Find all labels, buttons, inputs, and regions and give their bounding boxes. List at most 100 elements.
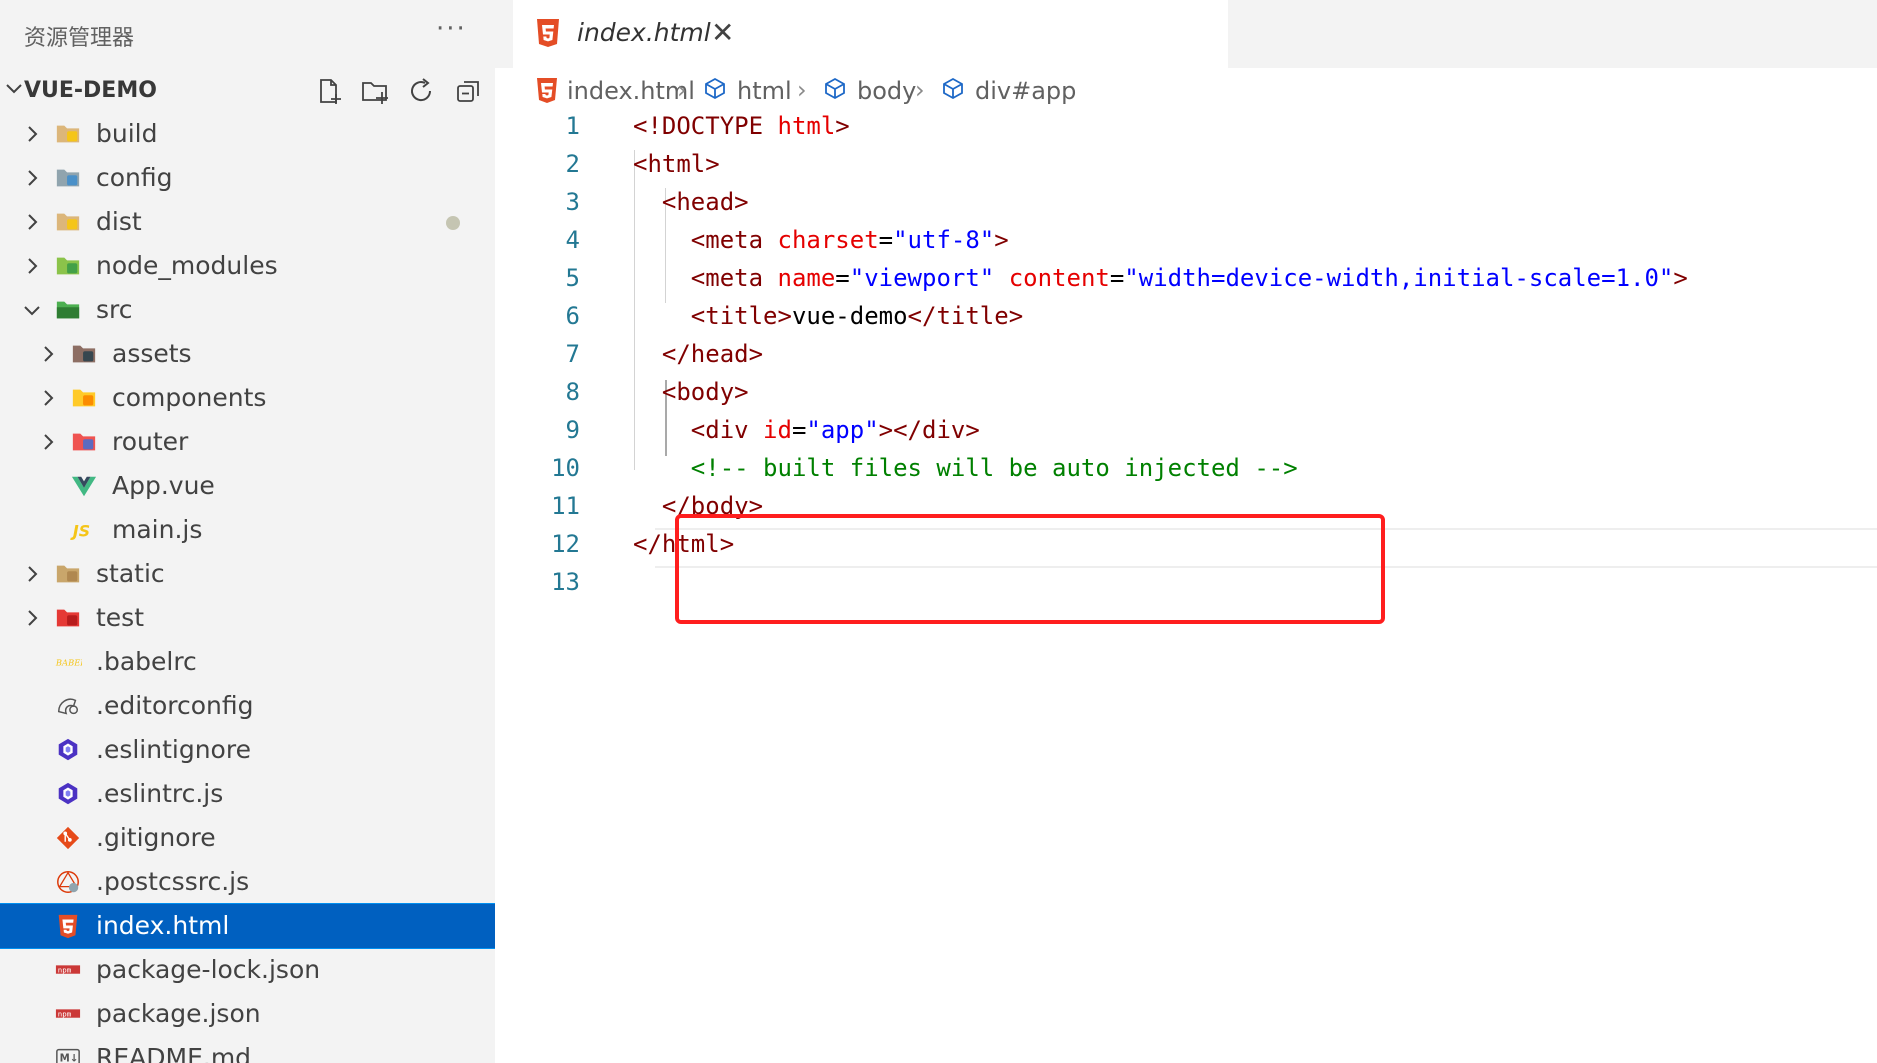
code-token: =	[878, 226, 894, 254]
tree-item-label: build	[96, 119, 158, 148]
code-token: <!DOCTYPE	[633, 112, 778, 140]
folder-assets-icon	[72, 345, 96, 363]
close-icon[interactable]: ✕	[711, 16, 734, 49]
tab-label: index.html	[577, 18, 711, 47]
line-number: 10	[551, 454, 580, 482]
tree-item[interactable]: components	[0, 376, 495, 420]
tree-item-label: App.vue	[112, 471, 215, 500]
breadcrumb-item[interactable]: body	[823, 76, 916, 105]
tree-item[interactable]: static	[0, 552, 495, 596]
tree-item[interactable]: .editorconfig	[0, 684, 495, 728]
tree-item-label: components	[112, 383, 267, 412]
tree-item-label: main.js	[112, 515, 203, 544]
tree-item[interactable]: JS main.js	[0, 508, 495, 552]
postcss-icon	[57, 871, 79, 893]
tree-item-label: package.json	[96, 999, 261, 1028]
svg-text:BABEL: BABEL	[55, 658, 82, 668]
line-number: 9	[565, 416, 580, 444]
line-number: 4	[565, 226, 580, 254]
html5-icon	[537, 78, 557, 103]
chevron-right-icon[interactable]	[38, 344, 58, 364]
chevron-down-icon[interactable]	[22, 300, 42, 320]
line-number: 6	[565, 302, 580, 330]
tree-item[interactable]: dist	[0, 200, 495, 244]
code-token: <meta	[633, 264, 778, 292]
chevron-right-icon[interactable]	[38, 432, 58, 452]
code-token: "width=device-width,initial-scale=1.0"	[1124, 264, 1674, 292]
code-token: html	[777, 112, 836, 140]
tree-item-label: test	[96, 603, 145, 632]
breadcrumb-item[interactable]: index.html	[533, 76, 695, 105]
code-line: 9 <div id="app"></div>	[495, 416, 1877, 454]
collapse-all-icon[interactable]	[454, 76, 484, 106]
chevron-right-icon[interactable]	[22, 168, 42, 188]
code-token: <body>	[633, 378, 749, 406]
tree-item[interactable]: npm package-lock.json	[0, 948, 495, 992]
tree-item[interactable]: npm package.json	[0, 992, 495, 1036]
tree-item[interactable]: src	[0, 288, 495, 332]
tree-item-label: .babelrc	[96, 647, 197, 676]
tree-item[interactable]: assets	[0, 332, 495, 376]
chevron-right-icon[interactable]	[22, 608, 42, 628]
code-line: 4 <meta charset="utf-8">	[495, 226, 1877, 264]
breadcrumb-item[interactable]: div#app	[941, 76, 1076, 105]
chevron-right-icon[interactable]	[38, 388, 58, 408]
new-file-icon[interactable]	[314, 76, 344, 106]
tree-item[interactable]: M↓ README.md	[0, 1036, 495, 1063]
tree-item[interactable]: build	[0, 112, 495, 156]
line-source: <meta charset="utf-8">	[633, 226, 1009, 254]
tree-item-label: config	[96, 163, 173, 192]
code-token: vue-demo	[791, 302, 908, 330]
folder-build-icon	[56, 125, 80, 143]
line-source: <!-- built files will be auto injected -…	[633, 454, 1298, 482]
code-line: 6 <title>vue-demo</title>	[495, 302, 1877, 340]
chevron-right-icon[interactable]	[22, 256, 42, 276]
tree-item[interactable]: router	[0, 420, 495, 464]
cube-icon	[705, 77, 725, 100]
tree-item[interactable]: config	[0, 156, 495, 200]
chevron-right-icon[interactable]	[22, 212, 42, 232]
eslint-icon	[58, 738, 78, 761]
refresh-icon[interactable]	[406, 76, 436, 106]
tree-item[interactable]: App.vue	[0, 464, 495, 508]
code-line: 7 </head>	[495, 340, 1877, 378]
line-source: <head>	[633, 188, 749, 216]
tree-item[interactable]: BABEL .babelrc	[0, 640, 495, 684]
code-token: "app"	[806, 416, 879, 444]
chevron-right-icon[interactable]	[22, 564, 42, 584]
code-line: 2 <html>	[495, 150, 1877, 188]
tab-index-html[interactable]: index.html ✕	[513, 0, 1228, 68]
code-token: </title>	[907, 302, 1024, 330]
tree-item[interactable]: .postcssrc.js	[0, 860, 495, 904]
line-number: 3	[565, 188, 580, 216]
line-source: <meta name="viewport" content="width=dev…	[633, 264, 1688, 292]
line-number: 5	[565, 264, 580, 292]
code-line: 10 <!-- built files will be auto injecte…	[495, 454, 1877, 492]
tree-item-label: src	[96, 295, 133, 324]
editor-area: index.html ✕ index.html › html › body › div#ap…	[495, 0, 1877, 1063]
breadcrumb-separator: ›	[915, 76, 925, 104]
tree-item[interactable]: node_modules	[0, 244, 495, 288]
code-token: <meta	[633, 226, 778, 254]
folder-src-icon	[56, 301, 80, 319]
tree-item[interactable]: .eslintignore	[0, 728, 495, 772]
breadcrumb-label: div#app	[975, 77, 1077, 105]
tree-item[interactable]: test	[0, 596, 495, 640]
folder-config-icon	[56, 169, 80, 187]
breadcrumb-label: html	[737, 77, 792, 105]
explorer-sidebar: 资源管理器 ··· VUE-DEMO build config dist node_m…	[0, 0, 495, 1063]
breadcrumb-item[interactable]: html	[703, 76, 792, 105]
chevron-right-icon[interactable]	[22, 124, 42, 144]
tree-item[interactable]: .gitignore	[0, 816, 495, 860]
new-folder-icon[interactable]	[360, 76, 390, 106]
code-token: content	[994, 264, 1110, 292]
code-token: ></div>	[878, 416, 980, 444]
html5-icon	[537, 19, 559, 47]
project-header[interactable]: VUE-DEMO	[0, 74, 495, 108]
tab-bar: index.html ✕	[495, 0, 1877, 68]
tree-item[interactable]: index.html	[0, 903, 495, 949]
tree-item-label: package-lock.json	[96, 955, 321, 984]
tree-item[interactable]: .eslintrc.js	[0, 772, 495, 816]
project-title: VUE-DEMO	[24, 78, 157, 103]
more-actions-button[interactable]: ···	[436, 14, 467, 44]
